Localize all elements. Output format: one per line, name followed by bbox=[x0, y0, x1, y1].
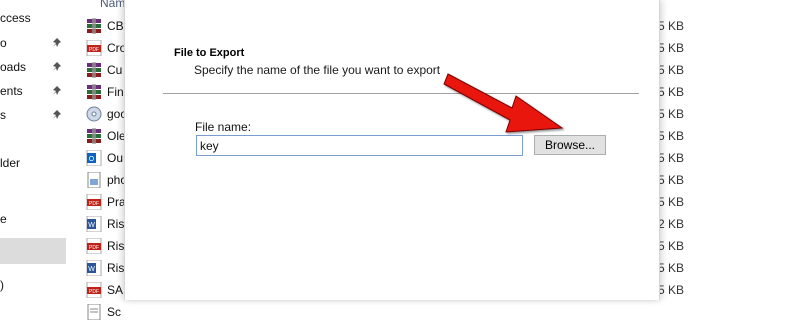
text-file-icon bbox=[87, 304, 101, 320]
size-column: 5 KB 5 KB 5 KB 5 KB 5 KB 5 KB 5 KB 5 KB 5 KB 2 KB… bbox=[658, 0, 800, 300]
word-file-icon: W bbox=[86, 260, 102, 276]
file-name-label: Ole bbox=[107, 129, 126, 143]
nav-item-label: lder bbox=[0, 156, 21, 170]
file-name-label: Ris bbox=[107, 239, 125, 253]
file-name-label: Ris bbox=[107, 261, 125, 275]
pdf-file-icon: PDF bbox=[86, 282, 102, 298]
winrar-archive-icon bbox=[87, 84, 101, 100]
pdf-file-icon: PDF bbox=[86, 238, 102, 254]
nav-item-documents[interactable]: ents bbox=[0, 80, 23, 102]
file-name-label: CB bbox=[107, 19, 124, 33]
file-size-cell: 5 KB bbox=[658, 283, 684, 297]
file-size-cell: 5 KB bbox=[658, 41, 684, 55]
file-size-cell: 5 KB bbox=[658, 261, 684, 275]
nav-item-label: s bbox=[0, 108, 6, 122]
winrar-archive-icon bbox=[87, 62, 101, 78]
svg-text:PDF: PDF bbox=[89, 245, 99, 251]
nav-item-quick-access[interactable]: ccess bbox=[0, 7, 31, 29]
file-name-label: Cu bbox=[107, 63, 123, 77]
nav-item-desktop[interactable]: o bbox=[0, 32, 7, 54]
pin-icon[interactable] bbox=[52, 38, 62, 48]
winrar-archive-icon bbox=[87, 128, 101, 144]
file-size-cell: 5 KB bbox=[658, 63, 684, 77]
nav-item-label: oads bbox=[0, 60, 27, 74]
file-name-label: Pra bbox=[107, 195, 126, 209]
outlook-file-icon: O bbox=[86, 150, 102, 166]
file-name-label: Ris bbox=[107, 217, 125, 231]
pin-icon[interactable] bbox=[52, 86, 62, 96]
file-name-label: Sc bbox=[107, 305, 122, 319]
file-size-cell: 5 KB bbox=[658, 239, 684, 253]
dialog-subtitle: Specify the name of the file you want to… bbox=[194, 63, 441, 77]
size-list: 5 KB 5 KB 5 KB 5 KB 5 KB 5 KB 5 KB 5 KB 5 KB 2 KB… bbox=[658, 0, 684, 300]
dialog-title: File to Export bbox=[174, 47, 245, 59]
winrar-archive-icon bbox=[87, 18, 101, 34]
nav-item-selected[interactable] bbox=[0, 238, 66, 264]
file-name-label: File name: bbox=[195, 120, 252, 134]
pin-icon[interactable] bbox=[52, 110, 62, 120]
svg-text:PDF: PDF bbox=[89, 47, 99, 53]
pdf-file-icon: PDF bbox=[86, 194, 102, 210]
installer-disc-icon bbox=[86, 106, 102, 122]
file-size-cell: 2 KB bbox=[658, 217, 684, 231]
word-file-icon: W bbox=[86, 216, 102, 232]
nav-item-label: ccess bbox=[0, 11, 31, 25]
file-name-label: Ou bbox=[107, 151, 124, 165]
nav-item-onedrive[interactable]: e bbox=[0, 208, 7, 230]
file-size-cell: 5 KB bbox=[658, 195, 684, 209]
file-name-label: SA bbox=[107, 283, 124, 297]
nav-item-downloads[interactable]: oads bbox=[0, 56, 26, 78]
navigation-pane: ccess o oads ents s lder e ) bbox=[0, 0, 67, 300]
svg-text:PDF: PDF bbox=[89, 289, 99, 295]
file-size-cell: 5 KB bbox=[658, 129, 684, 143]
file-name-label: Fin bbox=[107, 85, 124, 99]
file-size-cell: 5 KB bbox=[658, 173, 684, 187]
svg-text:W: W bbox=[88, 266, 95, 273]
nav-item-network[interactable]: ) bbox=[0, 274, 4, 296]
nav-item-label: ) bbox=[0, 278, 4, 292]
nav-item-label: e bbox=[0, 212, 7, 226]
pin-icon[interactable] bbox=[52, 62, 62, 72]
nav-item-folder[interactable]: lder bbox=[0, 152, 20, 174]
nav-item-label: o bbox=[0, 36, 7, 50]
svg-text:W: W bbox=[88, 222, 95, 229]
svg-text:O: O bbox=[89, 156, 95, 163]
file-size-cell: 5 KB bbox=[658, 85, 684, 99]
file-size-cell: 5 KB bbox=[658, 19, 684, 33]
nav-item-pictures[interactable]: s bbox=[0, 104, 6, 126]
pdf-file-icon: PDF bbox=[86, 40, 102, 56]
svg-text:PDF: PDF bbox=[89, 201, 99, 207]
nav-item-label: ents bbox=[0, 84, 23, 98]
image-file-icon bbox=[87, 172, 101, 188]
red-arrow-icon bbox=[443, 73, 564, 133]
export-dialog: File to Export Specify the name of the f… bbox=[124, 0, 660, 300]
file-size-cell: 5 KB bbox=[658, 107, 684, 121]
file-size-cell: 5 KB bbox=[658, 151, 684, 165]
